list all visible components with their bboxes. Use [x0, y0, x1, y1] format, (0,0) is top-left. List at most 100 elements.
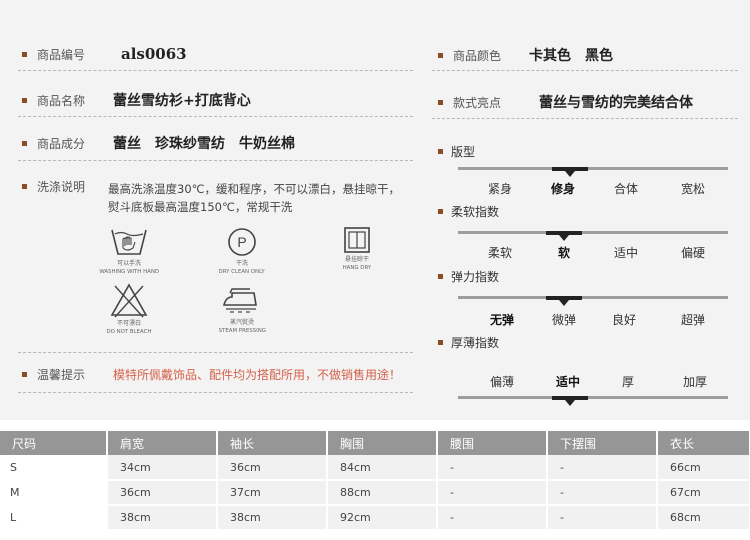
bullet-icon	[438, 149, 443, 154]
softness-scale-title: 柔软指数	[438, 203, 499, 220]
product-name-row: 商品名称 蕾丝雪纺衫+打底背心	[22, 90, 251, 110]
elasticity-scale-bar	[458, 296, 728, 299]
bullet-icon	[22, 51, 27, 57]
fit-scale-title: 版型	[438, 143, 475, 160]
product-color-values: 卡其色 黑色	[529, 45, 627, 65]
steam-iron-icon	[222, 288, 257, 313]
size-cell: 38cm	[107, 505, 218, 531]
elasticity-scale-title: 弹力指数	[438, 268, 499, 285]
table-row: S 34cm 36cm 84cm - - 66cm	[0, 455, 750, 481]
scale-option: 合体	[613, 182, 639, 196]
size-cell: 38cm	[217, 505, 328, 531]
size-cell: 88cm	[327, 480, 438, 506]
scale-option: 适中	[613, 246, 639, 260]
scale-option-selected: 微弹	[551, 313, 577, 327]
size-cell: S	[0, 455, 108, 481]
scale-option-selected: 软	[557, 246, 571, 260]
scale-option: 良好	[611, 313, 637, 327]
size-cell: -	[437, 455, 548, 481]
care-icon-hang-dry: 悬挂晾干 HANG DRY	[334, 226, 380, 271]
care-caption-en: STEAM PRESSING	[218, 327, 266, 334]
warm-tip-row: 温馨提示 模特所佩戴饰品、配件均为搭配所用，不做销售用途！	[22, 366, 401, 383]
size-cell: -	[437, 480, 548, 506]
bullet-icon	[22, 140, 27, 146]
divider	[432, 70, 738, 71]
marker-pointer-icon	[565, 171, 575, 177]
scale-option: 柔软	[487, 246, 513, 260]
scale-option: 偏硬	[680, 246, 706, 260]
style-highlight-value: 蕾丝与雪纺的完美结合体	[539, 95, 693, 111]
marker-pointer-icon	[559, 300, 569, 306]
material-value: 珍珠纱雪纺	[155, 136, 225, 152]
scale-title-text: 柔软指数	[451, 205, 500, 219]
size-header-cell: 袖长	[217, 431, 328, 455]
divider	[18, 116, 413, 117]
scale-title-text: 厚薄指数	[451, 336, 500, 350]
size-cell: -	[547, 480, 658, 506]
product-material-values: 蕾丝 珍珠纱雪纺 牛奶丝棉	[113, 133, 309, 153]
product-code-value: als0063	[121, 45, 187, 63]
product-color-row: 商品颜色 卡其色 黑色	[438, 45, 627, 65]
scale-title-text: 弹力指数	[451, 270, 500, 284]
divider	[18, 392, 413, 393]
scale-option-selected: 适中	[555, 375, 581, 389]
size-cell: -	[437, 505, 548, 531]
size-cell: 34cm	[107, 455, 218, 481]
care-icon-steam-iron: 蒸汽熨烫 STEAM PRESSING	[212, 287, 272, 334]
size-table-header: 尺码 肩宽 袖长 胸围 腰围 下摆围 衣长	[0, 431, 750, 455]
scale-option: 厚	[621, 375, 635, 389]
bullet-icon	[22, 97, 27, 103]
product-name-label: 商品名称	[37, 93, 86, 108]
material-value: 蕾丝	[113, 136, 141, 152]
wash-instruction-row: 洗涤说明	[22, 178, 103, 195]
color-value: 黑色	[585, 48, 613, 64]
care-caption-en: DO NOT BLEACH	[106, 328, 152, 335]
color-value: 卡其色	[529, 48, 571, 64]
scale-option: 偏薄	[489, 375, 515, 389]
softness-scale-bar	[458, 231, 728, 234]
product-code-label: 商品编号	[37, 47, 86, 62]
material-value: 牛奶丝棉	[239, 136, 295, 152]
size-table: 尺码 肩宽 袖长 胸围 腰围 下摆围 衣长 S 34cm 36cm 84cm -…	[0, 431, 750, 531]
product-material-row: 商品成分 蕾丝 珍珠纱雪纺 牛奶丝棉	[22, 133, 309, 153]
scale-option-selected: 修身	[550, 182, 576, 196]
thickness-scale-title: 厚薄指数	[438, 334, 499, 351]
care-caption-cn: 不可漂白	[116, 320, 141, 327]
scale-option: 宽松	[680, 182, 706, 196]
size-header-cell: 胸围	[327, 431, 438, 455]
care-caption-cn: 蒸汽熨烫	[229, 319, 254, 326]
size-header-cell: 腰围	[437, 431, 548, 455]
size-cell: 67cm	[657, 480, 750, 506]
size-cell: 92cm	[327, 505, 438, 531]
style-highlight-row: 款式亮点 蕾丝与雪纺的完美结合体	[438, 92, 693, 112]
product-name-value: 蕾丝雪纺衫+打底背心	[113, 93, 251, 109]
care-caption-en: DRY CLEAN ONLY	[218, 268, 266, 275]
size-cell: -	[547, 505, 658, 531]
size-header-cell: 肩宽	[107, 431, 218, 455]
size-cell: M	[0, 480, 108, 506]
product-detail-page: 商品编号 als0063 商品名称 蕾丝雪纺衫+打底背心 商品成分 蕾丝 珍珠纱雪…	[0, 0, 750, 540]
fit-scale-bar	[458, 167, 728, 170]
no-bleach-icon	[110, 283, 148, 318]
table-row: L 38cm 38cm 92cm - - 68cm	[0, 505, 750, 531]
product-info-panel: 商品编号 als0063 商品名称 蕾丝雪纺衫+打底背心 商品成分 蕾丝 珍珠纱雪…	[0, 0, 750, 420]
care-caption-en: HANG DRY	[342, 264, 372, 271]
marker-pointer-icon	[559, 235, 569, 241]
style-highlight-label: 款式亮点	[453, 95, 502, 110]
bullet-icon	[438, 209, 443, 214]
hang-dry-icon	[344, 227, 370, 253]
care-caption-cn: 干洗	[235, 260, 248, 267]
wash-instruction-label: 洗涤说明	[37, 180, 86, 194]
hand-wash-icon	[111, 229, 147, 255]
divider	[18, 352, 413, 353]
wash-instruction-text: 最高洗涤温度30℃，缓和程序，不可以漂白，悬挂晾干， 熨斗底板最高温度150℃，…	[108, 180, 413, 216]
care-icon-dry-clean: P 干洗 DRY CLEAN ONLY	[213, 226, 271, 275]
svg-text:P: P	[237, 234, 246, 250]
scale-option: 加厚	[682, 375, 708, 389]
size-header-cell: 下摆围	[547, 431, 658, 455]
size-header-cell: 尺码	[0, 431, 108, 455]
care-caption-en: WASHING WITH HAND	[99, 268, 159, 275]
scale-option: 无弹	[489, 313, 515, 327]
wash-line-1: 最高洗涤温度30℃，缓和程序，不可以漂白，悬挂晾干，	[108, 182, 401, 196]
warm-tip-text: 模特所佩戴饰品、配件均为搭配所用，不做销售用途！	[113, 368, 402, 382]
